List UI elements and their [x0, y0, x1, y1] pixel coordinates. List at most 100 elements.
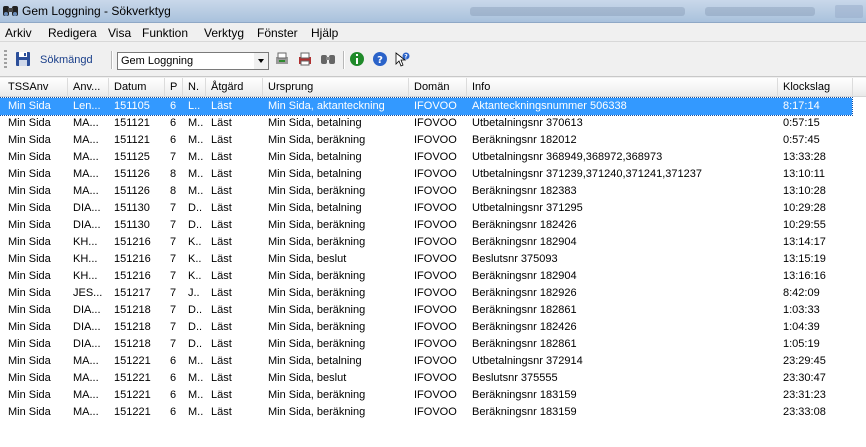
cell-ursprung: Min Sida, beräkning: [268, 236, 366, 248]
cell-n: M..: [188, 406, 204, 418]
cell-p: 6: [170, 406, 177, 418]
table-row[interactable]: Min Sida Len... 151105 6 L.. Läst Min Sida, ak…: [0, 97, 853, 116]
cell-p: 6: [170, 355, 177, 367]
cell-anv: MA...: [73, 406, 99, 418]
cell-anv: DIA...: [73, 304, 101, 316]
whats-this-icon[interactable]: ?: [394, 51, 410, 67]
cell-datum: 151221: [114, 355, 151, 367]
cell-n: D..: [188, 304, 203, 316]
cell-n: D..: [188, 321, 203, 333]
binoculars-icon[interactable]: [320, 51, 336, 67]
cell-atgard: Läst: [211, 151, 232, 163]
cell-doman: IFOVOO: [414, 253, 457, 265]
menu-redigera[interactable]: Redigera: [48, 26, 97, 40]
table-row[interactable]: Min Sida MA... 151126 8 M.. Läst Min Sida, bet…: [0, 166, 852, 183]
toolbar-grip[interactable]: [4, 50, 7, 70]
menu-fonster[interactable]: Fönster: [257, 26, 298, 40]
cell-anv: JES...: [73, 287, 103, 299]
cell-p: 6: [170, 372, 177, 384]
svg-text:?: ?: [404, 54, 408, 61]
col-header-anv[interactable]: Anv...: [73, 81, 100, 93]
table-row[interactable]: Min Sida MA... 151221 6 M.. Läst Min Sida, bet…: [0, 353, 852, 370]
cell-anv: MA...: [73, 185, 99, 197]
info-icon[interactable]: [349, 51, 365, 67]
col-header-atgard[interactable]: Åtgärd: [211, 81, 243, 93]
cell-anv: DIA...: [73, 219, 101, 231]
title-bar: Gem Loggning - Sökverktyg: [0, 0, 866, 23]
cell-n: D..: [188, 219, 203, 231]
print-icon[interactable]: [297, 51, 313, 67]
table-row[interactable]: Min Sida KH... 151216 7 K.. Läst Min Sida, ber…: [0, 234, 852, 251]
cell-anv: MA...: [73, 355, 99, 367]
table-row[interactable]: Min Sida MA... 151221 6 M.. Läst Min Sida, bes…: [0, 370, 852, 387]
table-row[interactable]: Min Sida JES... 151217 7 J.. Läst Min Sida, be…: [0, 285, 852, 302]
col-header-klockslag[interactable]: Klockslag: [783, 81, 830, 93]
table-row[interactable]: Min Sida DIA... 151218 7 D.. Läst Min Sida, be…: [0, 336, 852, 353]
cell-tssanv: Min Sida: [8, 168, 51, 180]
log-table[interactable]: TSSAnv Anv... Datum P N. Åtgärd Ursprung…: [0, 78, 866, 447]
cell-datum: 151221: [114, 389, 151, 401]
col-header-ursprung[interactable]: Ursprung: [268, 81, 313, 93]
cell-klockslag: 1:04:39: [783, 321, 820, 333]
cell-datum: 151216: [114, 270, 151, 282]
menu-visa[interactable]: Visa: [108, 26, 131, 40]
cell-klockslag: 10:29:28: [783, 202, 826, 214]
cell-ursprung: Min Sida, betalning: [268, 168, 362, 180]
menu-verktyg[interactable]: Verktyg: [204, 26, 244, 40]
cell-n: J..: [188, 287, 200, 299]
cell-n: M..: [188, 355, 204, 367]
table-row[interactable]: Min Sida MA... 151221 6 M.. Läst Min Sida, ber…: [0, 387, 852, 404]
cell-doman: IFOVOO: [414, 287, 457, 299]
col-header-tssanv[interactable]: TSSAnv: [8, 81, 48, 93]
table-row[interactable]: Min Sida MA... 151121 6 M.. Läst Min Sida, bet…: [0, 115, 852, 132]
window-controls[interactable]: [835, 5, 863, 18]
cell-ursprung: Min Sida, betalning: [268, 355, 362, 367]
menu-hjalp[interactable]: Hjälp: [311, 26, 338, 40]
cell-p: 7: [170, 253, 177, 265]
search-set-dropdown[interactable]: Gem Loggning: [117, 52, 269, 70]
window-title: Gem Loggning - Sökverktyg: [22, 4, 171, 18]
cell-n: M..: [188, 389, 204, 401]
cell-tssanv: Min Sida: [8, 202, 51, 214]
cell-p: 7: [170, 270, 177, 282]
cell-n: D..: [188, 202, 203, 214]
table-row[interactable]: Min Sida MA... 151121 6 M.. Läst Min Sida, ber…: [0, 132, 852, 149]
table-row[interactable]: Min Sida DIA... 151218 7 D.. Läst Min Sida, be…: [0, 319, 852, 336]
chevron-down-icon[interactable]: [254, 53, 268, 69]
cell-p: 7: [170, 321, 177, 333]
menu-funktion[interactable]: Funktion: [142, 26, 188, 40]
menu-arkiv[interactable]: Arkiv: [5, 26, 32, 40]
cell-klockslag: 13:15:19: [783, 253, 826, 265]
cell-anv: MA...: [73, 168, 99, 180]
cell-datum: 151126: [114, 185, 150, 197]
table-row[interactable]: Min Sida DIA... 151218 7 D.. Läst Min Sida, be…: [0, 302, 852, 319]
cell-atgard: Läst: [211, 270, 232, 282]
table-row[interactable]: Min Sida MA... 151126 8 M.. Läst Min Sida, ber…: [0, 183, 852, 200]
save-icon[interactable]: [15, 51, 31, 67]
table-row[interactable]: Min Sida KH... 151216 7 K.. Läst Min Sida, bes…: [0, 251, 852, 268]
cell-klockslag: 23:30:47: [783, 372, 826, 384]
col-header-n[interactable]: N.: [188, 81, 199, 93]
cell-anv: MA...: [73, 134, 99, 146]
help-icon[interactable]: ?: [372, 51, 388, 67]
export-icon[interactable]: [274, 51, 290, 67]
cell-atgard: Läst: [211, 202, 232, 214]
table-row[interactable]: Min Sida MA... 151125 7 M.. Läst Min Sida, bet…: [0, 149, 852, 166]
table-row[interactable]: Min Sida DIA... 151130 7 D.. Läst Min Sida, be…: [0, 217, 852, 234]
col-header-doman[interactable]: Domän: [414, 81, 449, 93]
cell-p: 6: [170, 117, 177, 129]
cell-klockslag: 23:29:45: [783, 355, 826, 367]
col-header-p[interactable]: P: [170, 81, 177, 93]
table-row[interactable]: Min Sida MA... 151221 6 M.. Läst Min Sida, ber…: [0, 404, 852, 421]
col-header-info[interactable]: Info: [472, 81, 490, 93]
cell-ursprung: Min Sida, beräkning: [268, 406, 366, 418]
table-row[interactable]: Min Sida DIA... 151130 7 D.. Läst Min Sida, be…: [0, 200, 852, 217]
cell-klockslag: 0:57:45: [783, 134, 820, 146]
table-row[interactable]: Min Sida KH... 151216 7 K.. Läst Min Sida, ber…: [0, 268, 852, 285]
cell-doman: IFOVOO: [414, 100, 457, 112]
cell-tssanv: Min Sida: [8, 134, 51, 146]
cell-anv: DIA...: [73, 202, 101, 214]
cell-klockslag: 8:17:14: [783, 100, 820, 112]
col-header-datum[interactable]: Datum: [114, 81, 146, 93]
cell-info: Beräkningsnr 182904: [472, 270, 577, 282]
